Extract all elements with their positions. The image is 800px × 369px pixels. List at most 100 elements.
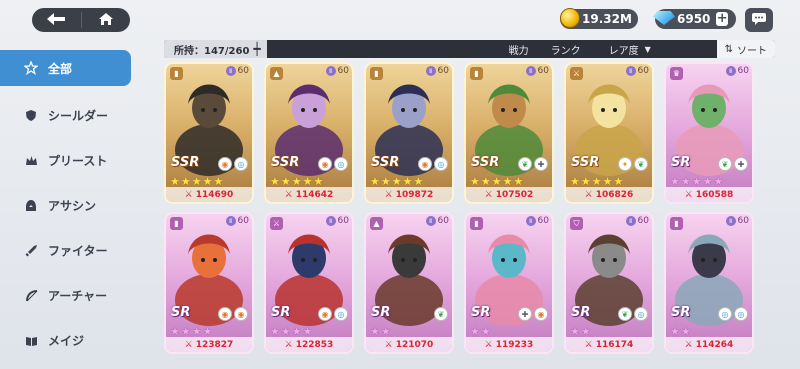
sword-icon: ⚔ [570,67,583,80]
nature-element-icon: ❦ [434,307,448,321]
character-card[interactable]: ⛉ Ⅱ 60 SR ❦ ◎ ★ ★ ⚔ 116174 [564,212,654,354]
filter-rarity-label: レア度 [608,45,639,57]
crossed-swords-icon: ⚔ [484,339,493,350]
character-card[interactable]: ▮ Ⅱ 60 SSR ❦ ✚ ★ ★ ★ ★ ★ ⚔ 107502 [464,62,554,204]
filter-rarity[interactable]: レア度 ▼ [609,42,651,57]
wind-element-icon: ◎ [334,307,348,321]
dropdown-arrow-icon: ▼ [644,44,651,54]
level-icon: Ⅱ [525,66,536,76]
power-bar: ⚔ 116174 [566,337,652,352]
character-card[interactable]: ▮ Ⅱ 60 SSR ◉ ◎ ★ ★ ★ ★ ★ ⚔ 109872 [364,62,454,204]
gem-icon [653,11,675,25]
character-card[interactable]: ⚔ Ⅱ 60 SSR ✦ ❦ ★ ★ ★ ★ ★ ⚔ 106826 [564,62,654,204]
rarity-label: SR [571,305,591,320]
rarity-label: SSR [371,155,400,170]
book-icon: ▮ [370,67,383,80]
element-icons: ◎ ◎ [718,307,748,321]
cross-element-icon: ✚ [534,157,548,171]
pin-icon[interactable]: ┿ [253,42,260,56]
power-value: 160588 [695,189,734,200]
character-card[interactable]: ▮ Ⅱ 60 SR ◎ ◎ ★ ★ ⚔ 114264 [664,212,754,354]
element-icons: ◉ ◎ [318,157,348,171]
level-icon: Ⅱ [325,216,336,226]
rarity-label: SSR [171,155,200,170]
sidebar-item-4[interactable]: ファイター [0,228,134,273]
character-card[interactable]: ▮ Ⅱ 60 SSR ◉ ◎ ★ ★ ★ ★ ★ ⚔ 114690 [164,62,254,204]
add-gems-button[interactable]: + [716,12,728,26]
sidebar-item-5[interactable]: アーチャー [0,273,134,318]
chat-button[interactable] [745,8,773,32]
rarity-label: SR [271,305,291,320]
assassin-hood-icon [24,199,38,213]
character-card[interactable]: ♛ Ⅱ 60 SR ❦ ✚ ★ ★ ★ ★ ★ ⚔ 160588 [664,62,754,204]
fire-element-icon: ◉ [218,307,232,321]
wind-element-icon: ◎ [334,157,348,171]
power-value: 119233 [495,339,534,350]
level-value: 60 [337,66,349,76]
gem-counter: 6950 + [653,9,736,29]
crossed-swords-icon: ⚔ [184,339,193,350]
level-icon: Ⅱ [725,66,736,76]
fire-element-icon: ◉ [318,157,332,171]
level-icon: Ⅱ [625,66,636,76]
level-value: 60 [237,66,249,76]
element-icons: ◉ ◎ [218,157,248,171]
sidebar-item-0[interactable]: 全部 [0,50,131,86]
filter-rank[interactable]: ランク [551,42,581,57]
rarity-label: SSR [471,155,500,170]
level-value: 60 [637,66,649,76]
level-icon: Ⅱ [725,216,736,226]
bow-icon [24,289,38,303]
power-bar: ⚔ 106826 [566,187,652,202]
star-outline-icon [24,61,38,75]
crossed-swords-icon: ⚔ [284,189,293,200]
filter-power[interactable]: 戦力 [509,42,529,57]
sidebar-item-1[interactable]: シールダー [0,93,134,138]
level-badge: Ⅱ 60 [625,216,649,226]
nature-element-icon: ❦ [618,307,632,321]
level-icon: Ⅱ [625,216,636,226]
character-card[interactable]: ▮ Ⅱ 60 SR ✚ ◉ ★ ★ ⚔ 119233 [464,212,554,354]
sidebar-item-label: プリースト [48,154,108,168]
level-badge: Ⅱ 60 [425,66,449,76]
power-value: 121070 [395,339,434,350]
home-icon [98,11,114,30]
crossed-swords-icon: ⚔ [584,189,593,200]
character-card[interactable]: ▲ Ⅱ 60 SSR ◉ ◎ ★ ★ ★ ★ ★ ⚔ 114642 [264,62,354,204]
fire-element-icon: ◉ [218,157,232,171]
level-icon: Ⅱ [525,216,536,226]
rarity-label: SSR [571,155,600,170]
gold-counter[interactable]: 19.32M [560,8,638,29]
home-button[interactable] [82,8,131,32]
character-card[interactable]: ⚔ Ⅱ 60 SR ◉ ◎ ★ ★ ★ ★ ⚔ 122853 [264,212,354,354]
level-badge: Ⅱ 60 [725,66,749,76]
fire-element-icon: ◉ [418,157,432,171]
crossed-swords-icon: ⚔ [384,339,393,350]
level-icon: Ⅱ [225,216,236,226]
fire-element-icon: ◉ [534,307,548,321]
back-button[interactable] [32,8,81,32]
nature-element-icon: ❦ [718,157,732,171]
shield-icon: ⛉ [570,217,583,230]
wind-element-icon: ◎ [434,157,448,171]
element-icons: ◉ ◉ [218,307,248,321]
sidebar-item-label: アーチャー [48,289,108,303]
book-icon: ▮ [470,217,483,230]
level-badge: Ⅱ 60 [525,216,549,226]
level-value: 60 [237,216,249,226]
sidebar-item-6[interactable]: メイジ [0,318,134,363]
power-value: 109872 [395,189,434,200]
power-bar: ⚔ 114264 [666,337,752,352]
sort-button[interactable]: ⇅ ソート [716,40,775,58]
level-value: 60 [737,66,749,76]
light-element-icon: ✦ [618,157,632,171]
character-card[interactable]: ▮ Ⅱ 60 SR ◉ ◉ ★ ★ ★ ★ ⚔ 123827 [164,212,254,354]
book-icon: ▮ [170,217,183,230]
crossed-swords-icon: ⚔ [684,339,693,350]
level-value: 60 [437,216,449,226]
sidebar-item-2[interactable]: プリースト [0,138,134,183]
sidebar-item-3[interactable]: アサシン [0,183,134,228]
power-bar: ⚔ 114642 [266,187,352,202]
character-card[interactable]: ▲ Ⅱ 60 SR ❦ ★ ★ ⚔ 121070 [364,212,454,354]
level-value: 60 [337,216,349,226]
